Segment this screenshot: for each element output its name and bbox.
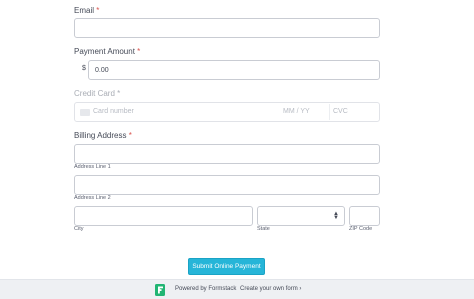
- state-select[interactable]: ▲ ▼: [257, 206, 345, 226]
- required-mark: *: [117, 89, 121, 98]
- create-your-own-form-link[interactable]: Create your own form ›: [240, 286, 301, 292]
- card-cvc-input[interactable]: CVC: [333, 108, 348, 115]
- payment-amount-value: 0.00: [95, 66, 109, 74]
- address-line2-label: Address Line 2: [74, 195, 111, 201]
- city-label: City: [74, 226, 84, 232]
- city-field[interactable]: [74, 206, 253, 226]
- payment-amount-label-text: Payment Amount: [74, 47, 135, 56]
- email-label: Email *: [74, 6, 99, 15]
- address-line1-label: Address Line 1: [74, 164, 111, 170]
- billing-address-label: Billing Address *: [74, 131, 132, 140]
- card-expiry-input[interactable]: MM / YY: [283, 108, 310, 115]
- select-arrows-icon: ▲ ▼: [333, 211, 339, 221]
- chevron-right-icon: ›: [299, 286, 302, 292]
- formstack-logo-icon: [155, 284, 165, 296]
- payment-form-page: Email * Payment Amount * $ 0.00 Credit C…: [0, 0, 474, 299]
- create-form-text: Create your own form: [240, 286, 298, 292]
- required-mark: *: [128, 131, 132, 140]
- required-mark: *: [137, 47, 141, 56]
- submit-payment-button[interactable]: Submit Online Payment: [188, 258, 265, 275]
- payment-amount-field[interactable]: 0.00: [88, 60, 380, 80]
- address-line1-field[interactable]: [74, 144, 380, 164]
- credit-card-icon: [80, 109, 90, 116]
- cvc-divider: [329, 104, 330, 120]
- card-number-input[interactable]: Card number: [93, 108, 134, 115]
- payment-amount-label: Payment Amount *: [74, 47, 140, 56]
- currency-symbol: $: [82, 65, 86, 72]
- powered-by-text[interactable]: Powered by Formstack: [175, 286, 236, 292]
- billing-address-label-text: Billing Address: [74, 131, 127, 140]
- footer-bar: Powered by Formstack Create your own for…: [0, 279, 474, 299]
- credit-card-field[interactable]: Card number MM / YY CVC: [74, 102, 380, 122]
- credit-card-label-text: Credit Card: [74, 89, 115, 98]
- zip-code-label: ZIP Code: [349, 226, 373, 232]
- email-field[interactable]: [74, 18, 380, 38]
- required-mark: *: [96, 6, 100, 15]
- state-label: State: [257, 226, 270, 232]
- credit-card-label: Credit Card *: [74, 89, 120, 98]
- address-line2-field[interactable]: [74, 175, 380, 195]
- email-label-text: Email: [74, 6, 95, 15]
- zip-code-field[interactable]: [349, 206, 380, 226]
